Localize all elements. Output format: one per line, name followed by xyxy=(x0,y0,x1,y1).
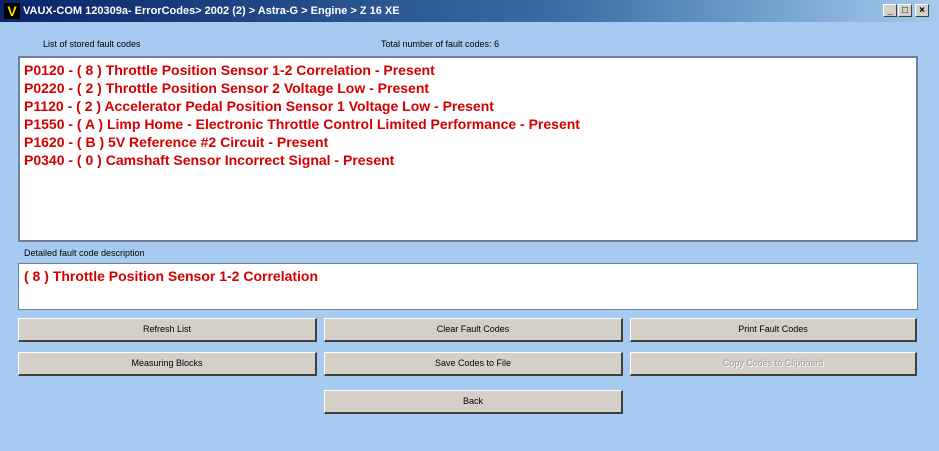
title-bar[interactable]: V VAUX-COM 120309a- ErrorCodes> 2002 (2)… xyxy=(0,0,939,22)
fault-detail-header: Detailed fault code description xyxy=(24,248,145,258)
list-item[interactable]: P0120 - ( 8 ) Throttle Position Sensor 1… xyxy=(24,61,912,79)
fault-code-list[interactable]: P0120 - ( 8 ) Throttle Position Sensor 1… xyxy=(18,56,918,242)
save-codes-button[interactable]: Save Codes to File xyxy=(324,352,623,376)
list-item[interactable]: P1550 - ( A ) Limp Home - Electronic Thr… xyxy=(24,115,912,133)
measuring-blocks-button[interactable]: Measuring Blocks xyxy=(18,352,317,376)
print-fault-codes-button[interactable]: Print Fault Codes xyxy=(630,318,917,342)
refresh-list-button[interactable]: Refresh List xyxy=(18,318,317,342)
maximize-icon[interactable]: □ xyxy=(898,4,912,17)
window-title: VAUX-COM 120309a- ErrorCodes> 2002 (2) >… xyxy=(23,5,400,17)
list-item[interactable]: P1620 - ( B ) 5V Reference #2 Circuit - … xyxy=(24,133,912,151)
minimize-icon[interactable]: _ xyxy=(883,4,897,17)
back-button[interactable]: Back xyxy=(324,390,623,414)
fault-detail-box: ( 8 ) Throttle Position Sensor 1-2 Corre… xyxy=(18,263,918,310)
copy-codes-button[interactable]: Copy Codes to Clipboard xyxy=(630,352,917,376)
fault-list-header: List of stored fault codes xyxy=(43,39,141,49)
list-item[interactable]: P0340 - ( 0 ) Camshaft Sensor Incorrect … xyxy=(24,151,912,169)
list-item[interactable]: P1120 - ( 2 ) Accelerator Pedal Position… xyxy=(24,97,912,115)
clear-fault-codes-button[interactable]: Clear Fault Codes xyxy=(324,318,623,342)
vauxcom-app-icon: V xyxy=(4,3,20,19)
fault-count-label: Total number of fault codes: 6 xyxy=(381,39,500,49)
close-icon[interactable]: × xyxy=(915,4,929,17)
list-item[interactable]: P0220 - ( 2 ) Throttle Position Sensor 2… xyxy=(24,79,912,97)
